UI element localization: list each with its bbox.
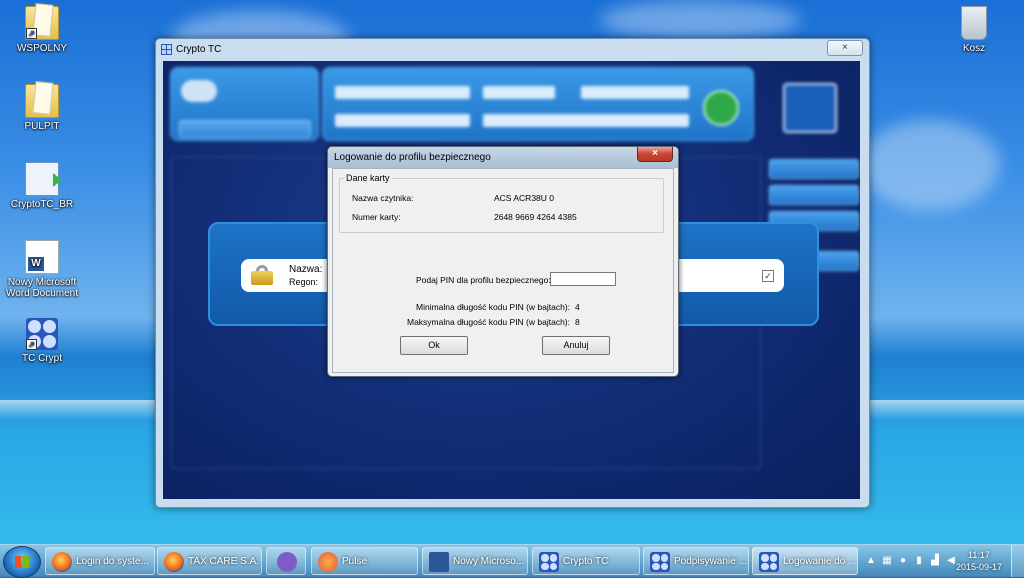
folder-icon [25, 84, 59, 118]
signal-icon[interactable]: ▟ [930, 556, 940, 566]
desktop-icon-label: PULPIT [24, 121, 60, 132]
taskbar-item[interactable]: Pulse [311, 547, 418, 575]
desktop-icon-cryptotc-br[interactable]: CryptoTC_BR [4, 162, 80, 210]
desktop-icon-label: TC Crypt [22, 353, 62, 364]
taskbar-item[interactable] [266, 547, 306, 575]
max-length-value: 8 [575, 317, 580, 327]
clock-date: 2015-09-17 [955, 562, 1002, 572]
taskbar-item[interactable]: Login do syste... [45, 547, 155, 575]
network-icon[interactable]: ▮ [914, 556, 924, 566]
card-checkbox[interactable]: ✓ [762, 270, 774, 282]
cancel-button[interactable]: Anuluj [542, 336, 610, 355]
placeholder-button [769, 185, 859, 205]
dialog-titlebar[interactable]: Logowanie do profilu bezpiecznego × [328, 147, 678, 168]
cloud [600, 0, 800, 40]
taskbar-item[interactable]: Nowy Microso... [422, 547, 528, 575]
desktop-icon-label: WSPOLNY [16, 43, 67, 54]
pin-input[interactable] [550, 272, 616, 286]
taskbar-item-label: Logowanie do ... [783, 556, 857, 567]
desktop-icon-recycle-bin[interactable]: Kosz [936, 6, 1012, 54]
login-dialog: Logowanie do profilu bezpiecznego × Dane… [327, 146, 679, 377]
key-icon [181, 80, 217, 102]
dialog-body: Dane karty Nazwa czytnika: ACS ACR38U 0 … [332, 168, 674, 373]
card-number-value: 2648 9669 4264 4385 [494, 212, 577, 222]
taskbar-item[interactable]: Logowanie do ... [752, 547, 858, 575]
max-length-label: Maksymalna długość kodu PIN (w bajtach): [407, 317, 570, 327]
application-icon [25, 162, 62, 196]
placeholder-field [335, 114, 470, 127]
placeholder-field [581, 86, 689, 99]
taskbar-item-label: Podpisywanie ... [674, 556, 747, 567]
taskbar-item-label: Login do syste... [76, 556, 149, 567]
tc-crypt-icon: ↗ [26, 318, 58, 350]
desktop-icon-pulpit[interactable]: PULPIT [4, 84, 80, 132]
ok-button[interactable]: Ok [400, 336, 468, 355]
lock-icon [251, 265, 273, 285]
system-tray: ▲ ▦ ● ▮ ▟ ◀ 11:17 2015-09-17 [862, 545, 1024, 577]
window-titlebar[interactable]: Crypto TC × [156, 39, 869, 61]
pin-prompt-label: Podaj PIN dla profilu bezpiecznego: [416, 275, 551, 285]
taskbar-item-label: Nowy Microso... [453, 556, 525, 567]
reader-label: Nazwa czytnika: [352, 193, 414, 203]
desktop-icon-label: CryptoTC_BR [10, 199, 74, 210]
card-name-label: Nazwa: [289, 264, 323, 275]
desktop-icon-label: Kosz [962, 43, 986, 54]
card-data-legend: Dane karty [346, 173, 390, 183]
min-length-value: 4 [575, 302, 580, 312]
desktop-icon-word-document[interactable]: Nowy Microsoft Word Document [4, 240, 80, 299]
user-panel [170, 67, 319, 141]
placeholder-field [335, 86, 470, 99]
pulse-icon [318, 552, 338, 572]
taskbar-item-label: Pulse [342, 556, 368, 567]
placeholder-button [769, 159, 859, 179]
firefox-icon [164, 552, 184, 572]
taskbar-item[interactable]: TAX CARE S.A. ... [157, 547, 262, 575]
start-button[interactable] [3, 546, 41, 578]
window-title: Crypto TC [176, 44, 222, 55]
tc-crypt-icon [783, 83, 837, 133]
dialog-title: Logowanie do profilu bezpiecznego [334, 152, 491, 163]
clock[interactable]: 11:17 2015-09-17 [956, 549, 1002, 573]
card-number-label: Numer karty: [352, 212, 401, 222]
tc-crypt-icon [759, 552, 779, 572]
card-data-group: Dane karty Nazwa czytnika: ACS ACR38U 0 … [339, 173, 664, 233]
cloud [860, 120, 1000, 210]
taskbar-item-label: TAX CARE S.A. ... [188, 556, 262, 567]
taskbar-item-label: Crypto TC [563, 556, 609, 567]
refresh-icon [703, 90, 739, 126]
taskbar-item[interactable]: Podpisywanie ... [643, 547, 749, 575]
windows-flag-icon[interactable]: ▦ [882, 556, 892, 566]
firefox-icon [52, 552, 72, 572]
user-icon[interactable]: ● [898, 556, 908, 566]
show-desktop-button[interactable] [1011, 545, 1024, 577]
placeholder-button [179, 120, 311, 138]
word-icon [429, 552, 449, 572]
clock-time: 11:17 [968, 550, 990, 560]
viber-icon [277, 552, 297, 572]
window-close-button[interactable]: × [827, 40, 863, 56]
tc-crypt-icon [650, 552, 670, 572]
reader-value: ACS ACR38U 0 [494, 193, 554, 203]
min-length-label: Minimalna długość kodu PIN (w bajtach): [416, 302, 571, 312]
desktop-icon-label: Nowy Microsoft Word Document [5, 277, 79, 299]
taskbar-item[interactable]: Crypto TC [532, 547, 640, 575]
placeholder-field [483, 86, 555, 99]
volume-icon[interactable]: ◀ [946, 556, 956, 566]
card-region-label: Regon: [289, 277, 319, 287]
recycle-bin-icon [961, 6, 987, 40]
taskbar: Login do syste... TAX CARE S.A. ... Puls… [0, 544, 1024, 578]
folder-icon: ↗ [25, 6, 59, 40]
dialog-close-button[interactable]: × [637, 147, 673, 162]
word-icon [25, 240, 59, 274]
show-hidden-icons-icon[interactable]: ▲ [866, 556, 876, 566]
filter-panel [322, 67, 754, 141]
desktop-icon-tc-crypt[interactable]: ↗ TC Crypt [4, 318, 80, 364]
placeholder-field [483, 114, 689, 127]
tc-crypt-icon [161, 44, 172, 55]
desktop-icon-wspolny[interactable]: ↗ WSPOLNY [4, 6, 80, 54]
tc-crypt-icon [539, 552, 559, 572]
